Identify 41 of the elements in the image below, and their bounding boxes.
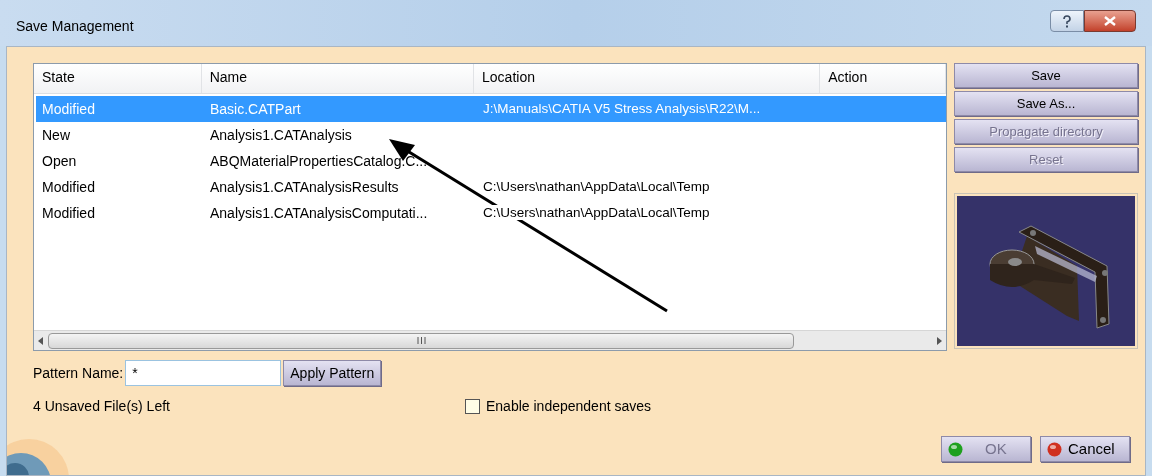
side-button[interactable]: Save As... — [954, 91, 1138, 116]
close-button[interactable] — [1084, 10, 1136, 32]
scroll-left-icon[interactable] — [38, 336, 44, 345]
column-header[interactable]: Location — [474, 64, 821, 93]
table-cell-text: J:\Manuals\CATIA V5 Stress Analysis\R22\M... — [482, 99, 762, 118]
table-cell-text: C:\Users\nathan\AppData\Local\Temp — [482, 203, 711, 222]
table-cell-text: Modified — [41, 99, 96, 119]
cancel-ball-icon — [1047, 441, 1062, 457]
independent-saves-checkbox[interactable] — [465, 398, 480, 414]
table-cell-text: Modified — [41, 203, 96, 223]
table-row[interactable]: Modified Analysis1.CATAnalysisResults C:\Users\nathan\AppData\Local\Temp — [36, 174, 946, 200]
column-header[interactable]: State — [34, 64, 202, 93]
column-header[interactable]: Action — [820, 64, 946, 93]
scroll-right-icon[interactable] — [936, 336, 942, 345]
table-row[interactable]: Open ABQMaterialPropertiesCatalog.C... — [36, 148, 946, 174]
table-row[interactable]: New Analysis1.CATAnalysis — [36, 122, 946, 148]
side-button[interactable]: Save — [954, 63, 1138, 88]
cancel-button[interactable]: Cancel — [1040, 436, 1130, 462]
horizontal-scrollbar[interactable] — [34, 330, 946, 350]
table-cell-text: Analysis1.CATAnalysisResults — [209, 177, 400, 197]
pattern-label: Pattern Name: — [33, 363, 124, 383]
scrollbar-thumb[interactable] — [48, 332, 794, 349]
table-cell-text: New — [41, 125, 71, 145]
status-text: 4 Unsaved File(s) Left — [33, 396, 171, 416]
table-cell-text: Modified — [41, 177, 96, 197]
help-icon — [1062, 14, 1072, 28]
table-cell-text: Open — [41, 151, 78, 171]
apply-pattern-button[interactable]: Apply Pattern — [283, 360, 382, 386]
table-row[interactable]: Modified Analysis1.CATAnalysisComputati... C:\Users\nathan\AppData\Local\Temp — [36, 200, 946, 226]
checkbox-label: Enable independent saves — [486, 396, 652, 416]
window-title: Save Management — [16, 17, 134, 36]
close-icon — [1104, 16, 1116, 26]
table-cell-text: Analysis1.CATAnalysis — [209, 125, 353, 145]
table-cell-text: ABQMaterialPropertiesCatalog.C... — [209, 151, 429, 171]
table-cell-text: Analysis1.CATAnalysisComputati... — [209, 203, 429, 223]
pattern-field[interactable]: * — [125, 360, 282, 386]
column-header[interactable]: Name — [201, 64, 475, 93]
ok-ball-icon — [948, 441, 963, 457]
help-button[interactable] — [1050, 10, 1084, 32]
table-cell-text: Basic.CATPart — [209, 99, 302, 119]
grip-icon — [416, 337, 426, 344]
